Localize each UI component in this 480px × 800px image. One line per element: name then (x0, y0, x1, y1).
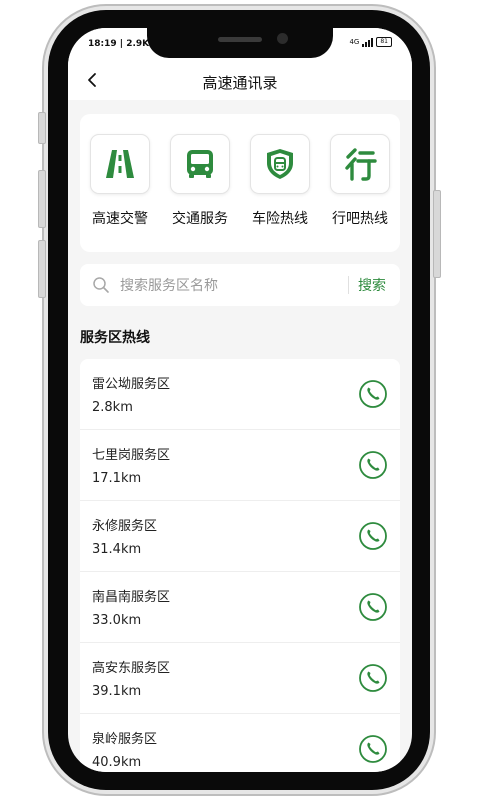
mute-switch (38, 112, 46, 144)
bus-icon (187, 150, 213, 178)
phone-call-icon[interactable] (358, 450, 388, 480)
service-area-distance: 33.0km (92, 613, 142, 628)
list-item[interactable]: 七里岗服务区 17.1km (80, 430, 400, 501)
shortcut-label: 高速交警 (92, 211, 148, 227)
shortcut-card: 高速交警 交通服务 车险热线 行吧热线 (80, 114, 400, 252)
car-shield-icon (267, 149, 293, 179)
list-item[interactable]: 雷公坳服务区 2.8km (80, 359, 400, 430)
service-area-name: 七里岗服务区 (92, 448, 171, 463)
signal-icon (362, 37, 374, 47)
status-indicators: 4G 81 (349, 37, 392, 47)
shortcut-xingba-hotline[interactable]: 行吧热线 (320, 134, 400, 228)
search-button[interactable]: 搜索 (358, 275, 386, 295)
service-area-distance: 39.1km (92, 684, 142, 699)
volume-up-button (38, 170, 46, 228)
front-camera (277, 33, 288, 44)
service-area-distance: 17.1km (92, 471, 142, 486)
volume-down-button (38, 240, 46, 298)
phone-call-icon[interactable] (358, 592, 388, 622)
network-type: 4G (349, 38, 360, 46)
list-item[interactable]: 泉岭服务区 40.9km (80, 714, 400, 772)
shortcut-tile (330, 134, 390, 194)
phone-call-icon[interactable] (358, 734, 388, 764)
power-button (433, 190, 441, 278)
shortcut-traffic-service[interactable]: 交通服务 (160, 134, 240, 228)
search-bar: 搜索 (80, 264, 400, 306)
shortcut-highway-police[interactable]: 高速交警 (80, 134, 160, 228)
page-header: 高速通讯录 (68, 62, 412, 100)
status-time: 18:19 | 2.9K (88, 39, 150, 49)
service-area-distance: 40.9km (92, 755, 142, 770)
app-screen: 18:19 | 2.9K 4G 81 高速通讯录 高速交警 交通服务 车险热线 … (68, 28, 412, 772)
list-item[interactable]: 永修服务区 31.4km (80, 501, 400, 572)
shortcut-tile (170, 134, 230, 194)
service-area-distance: 2.8km (92, 400, 133, 415)
page-title: 高速通讯录 (202, 74, 278, 92)
phone-call-icon[interactable] (358, 663, 388, 693)
phone-notch (147, 28, 333, 58)
search-divider (348, 276, 349, 294)
service-area-list: 雷公坳服务区 2.8km 七里岗服务区 17.1km 永修服务区 31.4km (80, 359, 400, 772)
shortcut-car-insurance[interactable]: 车险热线 (240, 134, 320, 228)
service-area-name: 永修服务区 (92, 519, 158, 534)
service-area-name: 南昌南服务区 (92, 590, 171, 605)
service-area-distance: 31.4km (92, 542, 142, 557)
section-title: 服务区热线 (80, 330, 150, 346)
search-icon (93, 277, 109, 293)
battery-icon: 81 (376, 37, 392, 47)
list-item[interactable]: 高安东服务区 39.1km (80, 643, 400, 714)
xing-character-icon (345, 148, 377, 181)
shortcut-tile (90, 134, 150, 194)
phone-call-icon[interactable] (358, 379, 388, 409)
service-area-name: 雷公坳服务区 (92, 377, 171, 392)
shortcut-tile (250, 134, 310, 194)
service-area-name: 高安东服务区 (92, 661, 171, 676)
phone-call-icon[interactable] (358, 521, 388, 551)
highway-road-icon (106, 150, 134, 178)
search-input[interactable] (118, 272, 342, 300)
shortcut-label: 行吧热线 (332, 211, 388, 227)
earpiece-speaker (218, 37, 262, 42)
shortcut-label: 车险热线 (252, 211, 308, 227)
list-item[interactable]: 南昌南服务区 33.0km (80, 572, 400, 643)
shortcut-label: 交通服务 (172, 211, 228, 227)
service-area-name: 泉岭服务区 (92, 732, 158, 747)
